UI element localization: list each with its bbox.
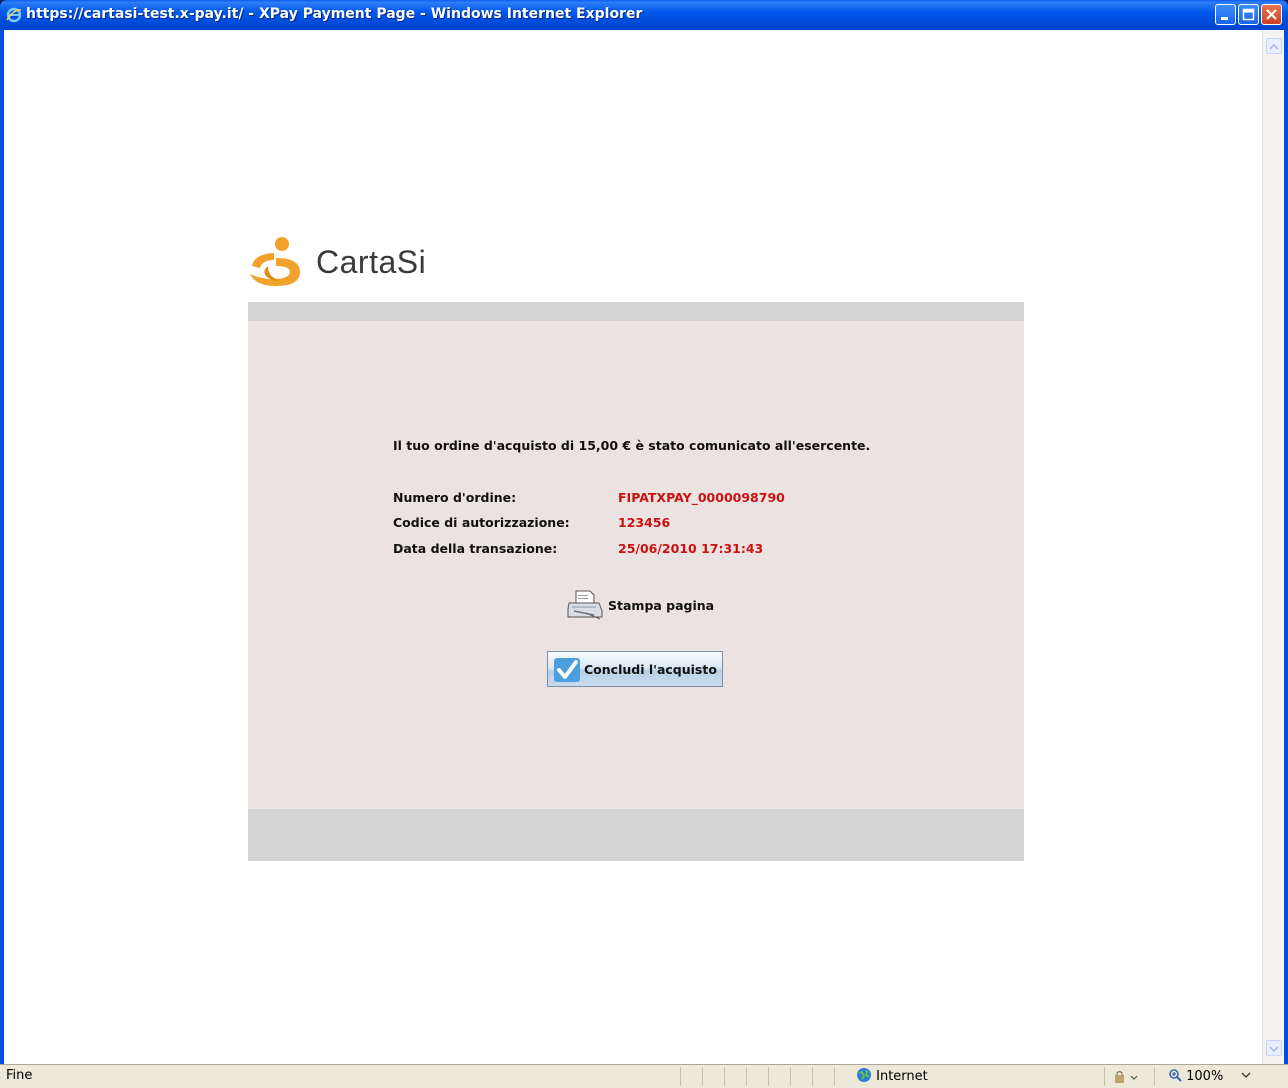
- order-number-label: Numero d'ordine:: [393, 490, 517, 505]
- panel-header-bar: [248, 302, 1024, 321]
- minimize-icon: [1221, 17, 1228, 20]
- chevron-down-icon: [1269, 1046, 1279, 1053]
- panel-footer-bar: [248, 809, 1024, 861]
- confirmation-panel: Il tuo ordine d'acquisto di 15,00 € è st…: [248, 321, 1024, 809]
- security-zone-label: Internet: [876, 1069, 928, 1084]
- status-text: Fine: [6, 1068, 33, 1083]
- close-button[interactable]: [1261, 4, 1282, 25]
- maximize-icon: [1242, 8, 1255, 21]
- page-viewport: CartaSi Il tuo ordine d'acquisto di 15,0…: [4, 30, 1262, 1064]
- zoom-icon: [1169, 1069, 1182, 1082]
- minimize-button[interactable]: [1215, 4, 1236, 25]
- chevron-down-icon: [1241, 1072, 1251, 1078]
- chevron-up-icon: [1269, 43, 1279, 50]
- status-cell: [812, 1067, 834, 1086]
- conclude-purchase-button[interactable]: Concludi l'acquisto: [547, 651, 723, 687]
- status-cell: [768, 1067, 790, 1086]
- cartasi-logo-icon: [250, 237, 300, 286]
- conclude-purchase-label: Concludi l'acquisto: [584, 662, 717, 677]
- logo-wordmark: CartaSi: [316, 244, 427, 280]
- confirmation-message: Il tuo ordine d'acquisto di 15,00 € è st…: [393, 438, 871, 453]
- cartasi-logo: CartaSi: [246, 236, 426, 286]
- lock-icon: [1115, 1070, 1138, 1083]
- checkmark-icon: [554, 658, 580, 682]
- status-cell: [702, 1067, 724, 1086]
- zoom-control[interactable]: 100%: [1168, 1068, 1251, 1084]
- auth-code-label: Codice di autorizzazione:: [393, 515, 570, 530]
- printer-icon: [567, 590, 603, 620]
- scroll-up-button[interactable]: [1266, 38, 1282, 54]
- close-icon: [1266, 9, 1277, 20]
- globe-icon: [857, 1068, 871, 1082]
- print-page-label: Stampa pagina: [608, 598, 715, 613]
- security-zone[interactable]: Internet: [856, 1067, 928, 1084]
- status-cell: [680, 1067, 702, 1086]
- status-cell: [724, 1067, 746, 1086]
- order-number-value: FIPATXPAY_0000098790: [618, 490, 785, 505]
- status-cell: [790, 1067, 812, 1086]
- scroll-down-button[interactable]: [1266, 1040, 1282, 1056]
- transaction-date-value: 25/06/2010 17:31:43: [618, 541, 764, 556]
- window-frame-right: [1284, 30, 1288, 1064]
- status-bar: Fine Internet 100%: [0, 1064, 1288, 1088]
- protected-mode-cell[interactable]: [1104, 1067, 1154, 1086]
- window-title-bar[interactable]: https://cartasi-test.x-pay.it/ - XPay Pa…: [0, 0, 1288, 30]
- transaction-date-label: Data della transazione:: [393, 541, 558, 556]
- auth-code-value: 123456: [618, 515, 671, 530]
- zoom-level: 100%: [1186, 1069, 1224, 1084]
- window-title: https://cartasi-test.x-pay.it/ - XPay Pa…: [26, 6, 643, 22]
- ie-icon: [6, 7, 22, 23]
- status-cell: [746, 1067, 768, 1086]
- vertical-scrollbar[interactable]: [1262, 30, 1284, 1064]
- maximize-button[interactable]: [1238, 4, 1259, 25]
